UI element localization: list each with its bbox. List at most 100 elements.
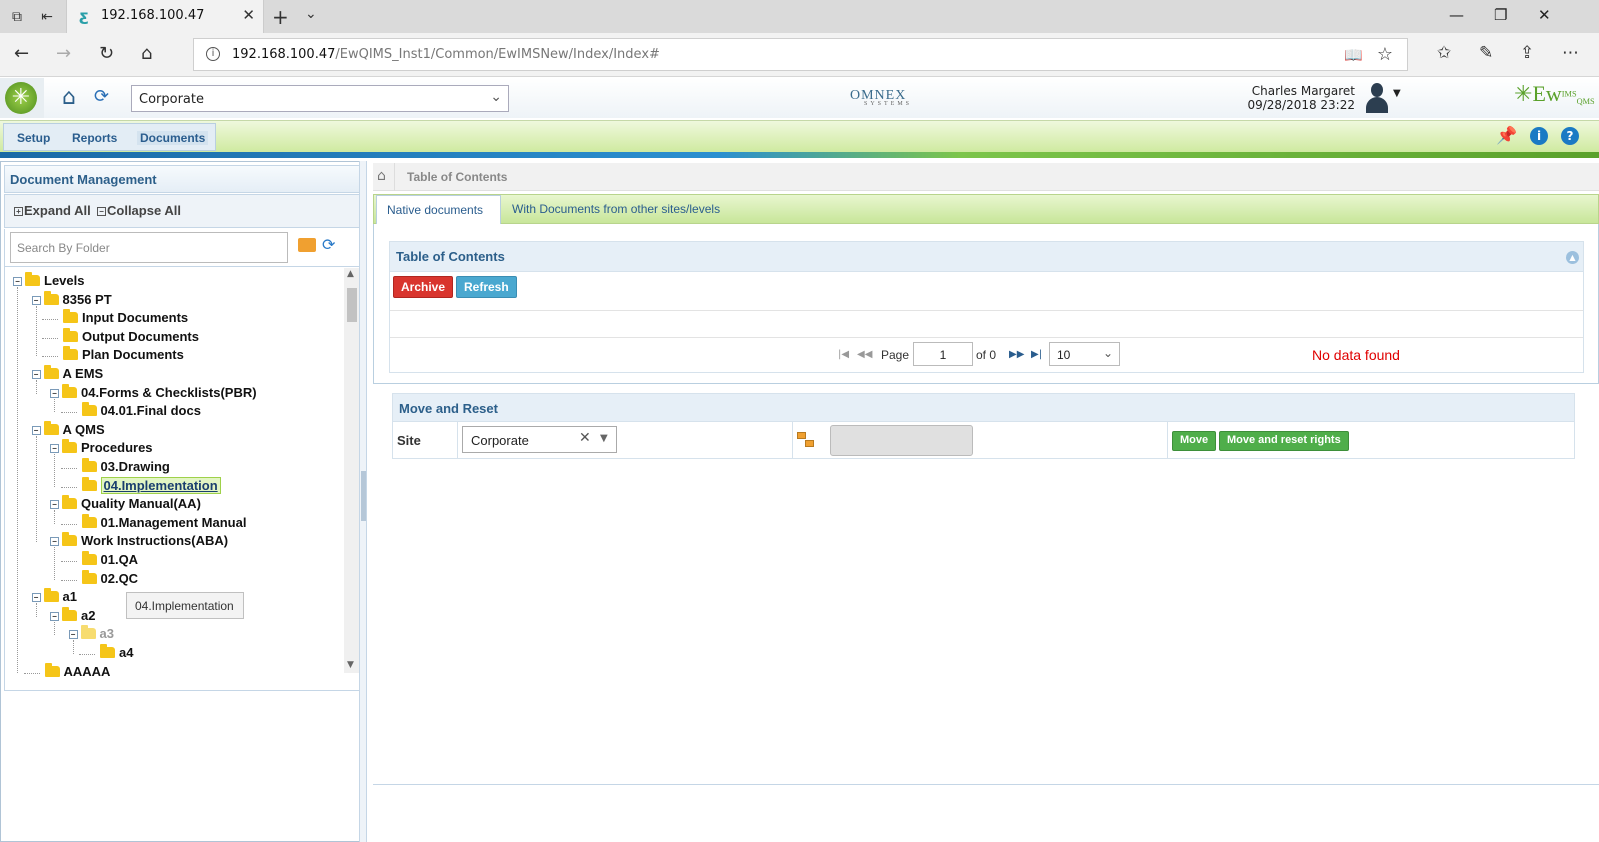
refresh-button[interactable]: Refresh [456, 276, 517, 298]
tree-node[interactable]: Output Documents [50, 327, 199, 348]
tree-node-label[interactable]: 04.Forms & Checklists(PBR) [81, 385, 257, 400]
folder-search-input[interactable]: Search By Folder [10, 232, 288, 263]
restore-icon[interactable]: ❐ [1494, 6, 1507, 24]
info-icon[interactable]: i [1530, 127, 1548, 145]
tree-node[interactable]: 01.Management Manual [69, 513, 247, 534]
scroll-up-icon[interactable]: ▲ [347, 269, 354, 279]
tab-actions-icon[interactable]: ⧉ [6, 7, 28, 27]
tree-node[interactable]: a4 [87, 644, 133, 664]
reset-search-icon[interactable]: ⟳ [322, 235, 335, 254]
set-aside-tabs-icon[interactable]: ⇤ [36, 7, 58, 27]
tree-node[interactable]: 04.Implementation [69, 476, 221, 497]
last-page-icon[interactable]: ▶| [1031, 349, 1042, 360]
address-bar[interactable]: i 192.168.100.47/EwQIMS_Inst1/Common/EwI… [193, 38, 1408, 71]
tree-node[interactable]: Input Documents [50, 309, 188, 329]
tree-node-label[interactable]: Work Instructions(ABA) [81, 533, 228, 548]
collapse-panel-icon[interactable]: ▲ [1566, 251, 1579, 264]
first-page-icon[interactable]: |◀ [838, 349, 849, 360]
app-home-icon[interactable]: ⌂ [62, 85, 76, 110]
site-info-icon[interactable]: i [206, 47, 220, 61]
tree-node-label[interactable]: a2 [81, 608, 95, 623]
favorite-star-icon[interactable]: ☆ [1377, 44, 1393, 65]
tree-node-label[interactable]: a1 [63, 589, 77, 604]
scroll-thumb[interactable] [347, 288, 357, 322]
user-menu-caret-icon[interactable]: ▼ [1393, 88, 1401, 99]
tree-node[interactable]: 03.Drawing [69, 458, 170, 478]
tree-node-label[interactable]: Procedures [81, 440, 153, 455]
tree-node[interactable]: 01.QA [69, 551, 139, 571]
site-select[interactable]: Corporate ⌄ [131, 85, 509, 112]
menu-documents[interactable]: Documents [137, 131, 209, 145]
pin-icon[interactable]: 📌 [1496, 126, 1517, 146]
tree-node[interactable]: − a2 [50, 606, 95, 627]
next-page-icon[interactable]: ▶▶ [1009, 349, 1024, 360]
tree-node-label[interactable]: Quality Manual(AA) [81, 496, 201, 511]
tree-vertical-scrollbar[interactable]: ▲ ▼ [344, 268, 360, 673]
tab-other-sites[interactable]: With Documents from other sites/levels [512, 202, 720, 216]
move-site-select[interactable]: Corporate ✕ ▼ [462, 426, 617, 453]
tree-node[interactable]: AAAAA [32, 662, 111, 683]
move-button[interactable]: Move [1172, 431, 1217, 451]
tree-node-label[interactable]: 01.QA [101, 552, 139, 567]
tree-node[interactable]: − A QMS [31, 420, 105, 441]
tree-node[interactable]: − A EMS [31, 365, 104, 385]
help-icon[interactable]: ? [1561, 127, 1579, 145]
tree-toggle-icon[interactable]: − [50, 444, 59, 454]
back-icon[interactable]: ← [14, 43, 29, 64]
tree-toggle-icon[interactable]: − [50, 611, 59, 621]
tree-node-label[interactable]: 04.01.Final docs [101, 403, 201, 418]
new-tab-icon[interactable]: + [272, 5, 289, 29]
tree-node-label[interactable]: Plan Documents [82, 347, 184, 362]
favorites-hub-icon[interactable]: ✩ [1437, 43, 1451, 63]
tree-node[interactable]: − Levels [13, 272, 84, 292]
share-icon[interactable]: ⇪ [1520, 43, 1534, 63]
expand-all-link[interactable]: + Expand All [14, 203, 91, 218]
tree-node-label[interactable]: a3 [100, 626, 114, 641]
tree-node-label[interactable]: 03.Drawing [101, 459, 170, 474]
move-reset-rights-button[interactable]: Move and reset rights [1219, 431, 1349, 451]
tree-node[interactable]: − Procedures [50, 439, 153, 459]
avatar[interactable] [1364, 81, 1390, 113]
scroll-down-icon[interactable]: ▼ [347, 660, 354, 670]
home-icon[interactable]: ⌂ [141, 43, 152, 64]
tree-toggle-icon[interactable]: − [31, 593, 41, 603]
minimize-icon[interactable]: — [1449, 6, 1464, 24]
tree-node-label[interactable]: a4 [119, 645, 133, 660]
page-size-select[interactable]: 10 ⌄ [1049, 342, 1120, 366]
tree-node-label[interactable]: A EMS [63, 366, 104, 381]
tree-node-label[interactable]: Input Documents [82, 310, 188, 325]
tree-node-label[interactable]: 8356 PT [63, 292, 112, 307]
app-refresh-icon[interactable]: ⟳ [94, 86, 109, 107]
panel-splitter[interactable] [359, 161, 367, 842]
tree-node[interactable]: − 04.Forms & Checklists(PBR) [50, 383, 257, 404]
collapse-all-link[interactable]: − Collapse All [97, 203, 181, 218]
prev-page-icon[interactable]: ◀◀ [857, 349, 872, 360]
archive-button[interactable]: Archive [393, 276, 454, 298]
menu-setup[interactable]: Setup [17, 131, 50, 145]
dropdown-arrow-icon[interactable]: ▼ [600, 433, 608, 444]
tree-node[interactable]: − Quality Manual(AA) [50, 495, 201, 515]
tree-node[interactable]: 04.01.Final docs [69, 402, 201, 422]
menu-reports[interactable]: Reports [72, 131, 117, 145]
page-number-input[interactable]: 1 [913, 342, 973, 366]
reload-icon[interactable]: ↻ [99, 43, 114, 64]
tab-preview-chevron-icon[interactable]: ⌄ [305, 6, 317, 22]
clear-selection-icon[interactable]: ✕ [579, 430, 591, 446]
tree-node-label[interactable]: Levels [44, 273, 84, 288]
search-folder-icon[interactable] [298, 238, 316, 252]
tree-toggle-icon[interactable]: − [50, 388, 59, 398]
tree-node-label[interactable]: 04.Implementation [100, 476, 221, 494]
folder-picker-icon[interactable] [797, 432, 815, 448]
tree-node-label[interactable]: AAAAA [64, 664, 111, 679]
tree-toggle-icon[interactable]: − [31, 370, 41, 379]
tree-node-label[interactable]: 01.Management Manual [101, 515, 247, 530]
destination-folder-field[interactable] [830, 425, 973, 456]
tree-toggle-icon[interactable]: − [31, 425, 41, 435]
browser-tab[interactable]: ƹ 192.168.100.47 ✕ [66, 0, 264, 33]
tree-toggle-icon[interactable]: − [13, 277, 22, 286]
app-logo[interactable]: ✳ [0, 78, 44, 118]
splitter-grip[interactable] [361, 471, 366, 521]
more-menu-icon[interactable]: ⋯ [1562, 43, 1579, 63]
tree-node[interactable]: − 8356 PT [31, 290, 112, 311]
tree-node[interactable]: Plan Documents [50, 346, 184, 366]
